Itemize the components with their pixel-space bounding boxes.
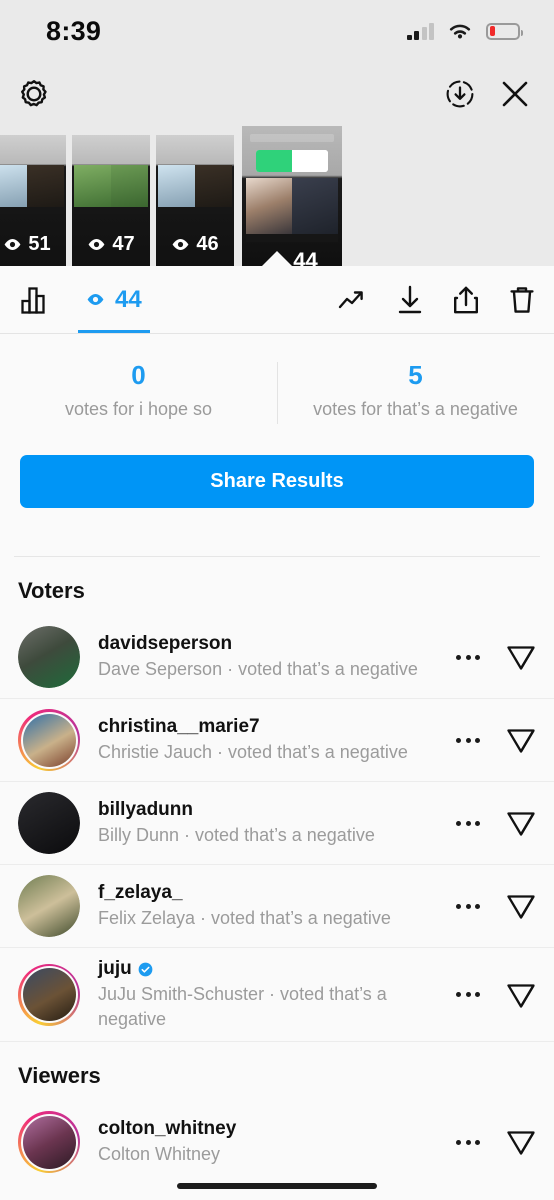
tab-views[interactable]: 44 [78, 266, 150, 333]
poll-option-label: votes for that’s a negative [313, 399, 518, 420]
download-arrow-icon[interactable] [396, 285, 424, 315]
instagram-story-insights-screen: 8:39 51 47 46 44 44 0 votes for i hope s… [0, 0, 554, 1200]
voter-row[interactable]: christina__marie7 Christie Jauch · voted… [0, 699, 554, 781]
thumbnail-views: 46 [156, 233, 234, 256]
insights-toolbar: 44 [0, 266, 554, 334]
poll-option: 0 votes for i hope so [0, 358, 277, 421]
trending-up-icon[interactable] [338, 288, 368, 312]
eye-icon [4, 239, 21, 250]
voter-username[interactable]: juju [98, 958, 446, 980]
gear-icon[interactable] [18, 78, 50, 110]
cellular-signal-icon [406, 22, 434, 40]
wifi-icon [449, 24, 471, 38]
thumbnail-views: 51 [0, 233, 66, 256]
voter-username[interactable]: davidseperson [98, 633, 446, 655]
voter-subtitle: Dave Seperson · voted that’s a negative [98, 659, 418, 680]
send-message-icon[interactable] [506, 809, 536, 837]
nav-bar [0, 62, 554, 126]
more-options-icon[interactable] [456, 903, 480, 909]
avatar[interactable] [18, 1111, 80, 1174]
thumbnail-view-count: 51 [28, 233, 51, 255]
story-thumbnail[interactable]: 47 [72, 135, 150, 266]
send-message-icon[interactable] [506, 726, 536, 754]
avatar[interactable] [18, 963, 80, 1026]
voter-username[interactable]: f_zelaya_ [98, 882, 446, 904]
eye-icon [88, 239, 105, 250]
voter-row[interactable]: davidseperson Dave Seperson · voted that… [0, 616, 554, 698]
poll-option-label: votes for i hope so [64, 399, 213, 420]
voter-row[interactable]: juju JuJu Smith-Schuster · voted that’s … [0, 948, 554, 1041]
bar-chart-icon[interactable] [20, 285, 50, 315]
username-text: juju [98, 958, 132, 980]
voter-subtitle: JuJu Smith-Schuster · voted that’s a neg… [98, 984, 387, 1029]
voter-username[interactable]: billyadunn [98, 799, 446, 821]
voter-subtitle: Felix Zelaya · voted that’s a negative [98, 908, 391, 929]
send-message-icon[interactable] [506, 1128, 536, 1156]
close-icon[interactable] [498, 77, 532, 111]
voter-subtitle: Christie Jauch · voted that’s a negative [98, 742, 408, 763]
trash-icon[interactable] [508, 285, 536, 315]
story-thumbnail[interactable]: 51 [0, 135, 66, 266]
voters-section-title: Voters [18, 578, 85, 604]
send-message-icon[interactable] [506, 892, 536, 920]
selected-thumbnail-pointer [261, 251, 293, 267]
more-options-icon[interactable] [456, 1139, 480, 1145]
eye-icon [172, 239, 189, 250]
poll-results: 0 votes for i hope so 5 votes for that’s… [0, 334, 554, 427]
send-message-icon[interactable] [506, 643, 536, 671]
poll-divider [277, 362, 278, 424]
voter-row[interactable]: billyadunn Billy Dunn · voted that’s a n… [0, 782, 554, 864]
more-options-icon[interactable] [456, 737, 480, 743]
avatar[interactable] [18, 626, 80, 689]
viewer-subtitle: Colton Whitney [98, 1143, 221, 1164]
thumbnail-view-count: 46 [196, 233, 219, 255]
status-bar: 8:39 [0, 0, 554, 62]
more-options-icon[interactable] [456, 992, 480, 998]
poll-option-count: 0 [131, 360, 146, 390]
verified-badge-icon [138, 962, 153, 977]
avatar[interactable] [18, 792, 80, 855]
poll-sticker [256, 150, 328, 172]
avatar[interactable] [18, 709, 80, 772]
voter-subtitle: Billy Dunn · voted that’s a negative [98, 825, 375, 846]
status-bar-clock: 8:39 [46, 15, 102, 46]
home-indicator [177, 1183, 377, 1189]
story-thumbnail-strip[interactable]: 51 47 46 44 [0, 126, 554, 290]
avatar[interactable] [18, 875, 80, 938]
views-count: 44 [115, 285, 142, 313]
share-results-button[interactable]: Share Results [20, 455, 534, 509]
more-options-icon[interactable] [456, 820, 480, 826]
more-options-icon[interactable] [456, 654, 480, 660]
poll-option-count: 5 [408, 360, 423, 390]
story-thumbnail[interactable]: 46 [156, 135, 234, 266]
status-bar-indicators [406, 22, 523, 41]
viewer-username[interactable]: colton_whitney [98, 1118, 446, 1140]
thumbnail-views: 47 [72, 233, 150, 256]
send-message-icon[interactable] [506, 981, 536, 1009]
download-circle-icon[interactable] [444, 78, 476, 110]
poll-option: 5 votes for that’s a negative [277, 358, 554, 421]
share-up-icon[interactable] [452, 285, 480, 315]
eye-icon [87, 294, 104, 305]
voter-row[interactable]: f_zelaya_ Felix Zelaya · voted that’s a … [0, 865, 554, 947]
thumbnail-view-count: 47 [112, 233, 135, 255]
viewer-row[interactable]: colton_whitney Colton Whitney [0, 1101, 554, 1183]
voter-username[interactable]: christina__marie7 [98, 716, 446, 738]
battery-low-icon [486, 22, 523, 40]
viewers-section-title: Viewers [18, 1063, 101, 1089]
